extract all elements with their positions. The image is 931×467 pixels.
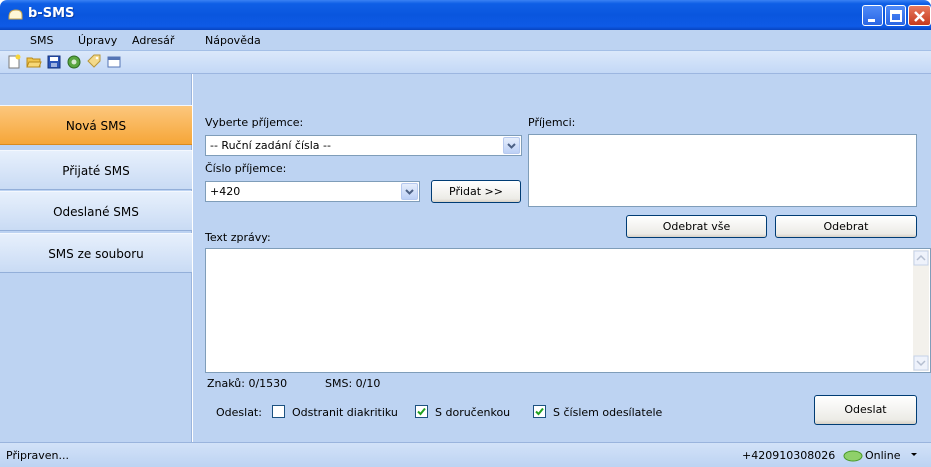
message-textarea[interactable]	[205, 248, 931, 373]
toolbar	[0, 51, 931, 74]
status-text: Připraven...	[6, 449, 70, 462]
settings-icon[interactable]	[66, 54, 82, 70]
recipients-label: Příjemci:	[528, 116, 576, 129]
online-icon	[843, 450, 863, 462]
chevron-down-icon[interactable]	[503, 137, 520, 154]
recipient-select-value: -- Ruční zadání čísla --	[210, 139, 331, 152]
maximize-icon	[890, 10, 902, 22]
sender-number-checkbox[interactable]	[533, 405, 546, 418]
number-input[interactable]: +420	[205, 181, 420, 202]
nav-odeslane-sms[interactable]: Odeslané SMS	[0, 191, 192, 231]
remove-diacritics-checkbox[interactable]	[272, 405, 285, 418]
save-icon[interactable]	[46, 54, 62, 70]
send-button[interactable]: Odeslat	[814, 395, 917, 425]
number-input-value: +420	[210, 185, 241, 198]
minimize-icon	[868, 19, 875, 22]
recipient-select[interactable]: -- Ruční zadání čísla --	[205, 135, 522, 156]
chevron-down-icon[interactable]	[401, 183, 418, 200]
status-bar: Připraven... +420910308026 Online	[0, 442, 931, 467]
nav-sms-ze-souboru[interactable]: SMS ze souboru	[0, 233, 192, 273]
remove-all-button[interactable]: Odebrat vše	[626, 215, 767, 238]
online-status[interactable]: Online	[865, 449, 900, 462]
close-button[interactable]	[908, 5, 931, 26]
nav-nova-sms[interactable]: Nová SMS	[0, 105, 192, 145]
minimize-button[interactable]	[862, 5, 883, 26]
menu-upravy[interactable]: Úpravy	[78, 34, 117, 47]
checkmark-icon	[535, 407, 544, 416]
sms-counter: SMS: 0/10	[325, 377, 381, 390]
checkmark-icon	[417, 407, 426, 416]
message-scrollbar[interactable]	[913, 250, 929, 371]
nav-prijate-sms[interactable]: Přijaté SMS	[0, 150, 192, 190]
select-recipient-label: Vyberte příjemce:	[205, 116, 304, 129]
sidebar-header	[0, 74, 192, 105]
number-label: Číslo příjemce:	[205, 162, 287, 175]
window-title: b-SMS	[28, 6, 75, 21]
send-options-label: Odeslat:	[216, 406, 262, 419]
menu-adresar[interactable]: Adresář	[132, 34, 174, 47]
status-dropdown-icon[interactable]	[910, 452, 918, 458]
delivery-report-label: S doručenkou	[435, 406, 511, 419]
maximize-button[interactable]	[885, 5, 906, 26]
title-bar: b-SMS	[0, 0, 931, 30]
chars-counter: Znaků: 0/1530	[207, 377, 288, 390]
message-label: Text zprávy:	[205, 231, 271, 244]
new-icon[interactable]	[6, 54, 22, 70]
sidebar: Nová SMS Přijaté SMS Odeslané SMS SMS ze…	[0, 105, 192, 442]
recipients-list[interactable]	[528, 134, 917, 207]
status-phone: +420910308026	[742, 449, 836, 462]
window-icon[interactable]	[106, 54, 122, 70]
delivery-report-checkbox[interactable]	[415, 405, 428, 418]
menu-napoveda[interactable]: Nápověda	[205, 34, 261, 47]
remove-diacritics-label: Odstranit diakritiku	[292, 406, 398, 419]
app-icon	[8, 9, 23, 20]
menu-sms[interactable]: SMS	[30, 34, 53, 47]
open-icon[interactable]	[26, 54, 42, 70]
remove-button[interactable]: Odebrat	[775, 215, 917, 238]
menu-bar: SMS Úpravy Adresář Nápověda	[0, 30, 931, 51]
scroll-down-icon[interactable]	[913, 355, 929, 371]
tag-icon[interactable]	[86, 54, 102, 70]
scroll-up-icon[interactable]	[913, 250, 929, 266]
sender-number-label: S číslem odesílatele	[553, 406, 663, 419]
add-recipient-button[interactable]: Přidat >>	[431, 180, 521, 203]
close-icon	[914, 11, 925, 22]
